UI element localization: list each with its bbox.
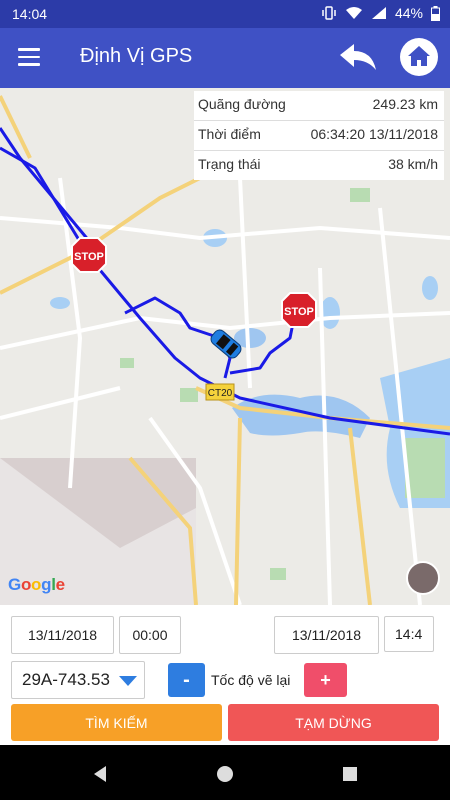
chevron-down-icon — [119, 676, 137, 686]
stop-sign-1: STOP — [71, 237, 107, 273]
pause-button-label: TẠM DỪNG — [295, 714, 372, 731]
status-time: 14:04 — [12, 6, 48, 22]
from-date-field[interactable]: 13/11/2018 — [11, 616, 114, 654]
pause-button[interactable]: TẠM DỪNG — [228, 704, 439, 741]
home-button[interactable] — [400, 38, 438, 76]
info-value: 06:34:20 13/11/2018 — [310, 126, 438, 142]
from-time-field[interactable]: 00:00 — [119, 616, 181, 654]
nav-back-icon[interactable] — [90, 764, 110, 784]
search-button[interactable]: TÌM KIẾM — [11, 704, 222, 741]
vibrate-icon — [322, 6, 336, 20]
status-icons: 44% — [321, 5, 440, 21]
google-logo: Google — [8, 575, 65, 594]
system-nav-bar — [0, 745, 450, 800]
nav-home-icon[interactable] — [215, 764, 235, 784]
wifi-icon — [345, 7, 362, 19]
stop-sign-2: STOP — [281, 292, 317, 328]
stop-sign-text: STOP — [74, 251, 104, 263]
stop-sign-text: STOP — [284, 306, 314, 318]
road-label: CT20 — [205, 383, 235, 401]
road-label-text: CT20 — [208, 388, 233, 399]
app-bar: Định Vị GPS — [0, 28, 450, 88]
menu-icon[interactable] — [18, 48, 40, 66]
back-arrow-icon[interactable] — [338, 42, 378, 74]
battery-text: 44% — [394, 5, 423, 21]
to-time-field[interactable]: 14:4 — [384, 616, 434, 652]
vehicle-select[interactable]: 29A-743.53 — [11, 661, 145, 699]
map-view[interactable]: STOP STOP CT20 Quãng đường 249.23 km Thờ… — [0, 88, 450, 605]
plus-label: + — [320, 669, 331, 690]
home-icon — [408, 46, 430, 66]
info-value: 38 km/h — [388, 156, 438, 172]
info-value: 249.23 km — [372, 96, 438, 112]
to-date-field[interactable]: 13/11/2018 — [274, 616, 379, 654]
status-bar: 14:04 44% — [0, 0, 450, 28]
control-panel: 13/11/2018 00:00 13/11/2018 14:4 29A-743… — [0, 605, 450, 745]
speed-decrease-button[interactable]: - — [168, 663, 205, 697]
minus-label: - — [183, 668, 190, 691]
info-label: Trạng thái — [198, 156, 261, 172]
info-label: Quãng đường — [198, 96, 286, 112]
replay-speed-label: Tốc độ vẽ lại — [211, 672, 291, 688]
speed-increase-button[interactable]: + — [304, 663, 347, 697]
map-type-thumbnail[interactable] — [406, 561, 440, 595]
info-label: Thời điểm — [198, 126, 261, 142]
page-title: Định Vị GPS — [80, 45, 193, 67]
info-row-status: Trạng thái 38 km/h — [194, 151, 444, 180]
info-row-distance: Quãng đường 249.23 km — [194, 91, 444, 121]
nav-recents-icon[interactable] — [340, 764, 360, 784]
battery-icon — [431, 5, 440, 21]
search-button-label: TÌM KIẾM — [85, 714, 148, 731]
trip-info-panel: Quãng đường 249.23 km Thời điểm 06:34:20… — [194, 91, 444, 180]
info-row-time: Thời điểm 06:34:20 13/11/2018 — [194, 121, 444, 151]
vehicle-select-value: 29A-743.53 — [22, 670, 110, 689]
signal-icon — [371, 7, 386, 19]
